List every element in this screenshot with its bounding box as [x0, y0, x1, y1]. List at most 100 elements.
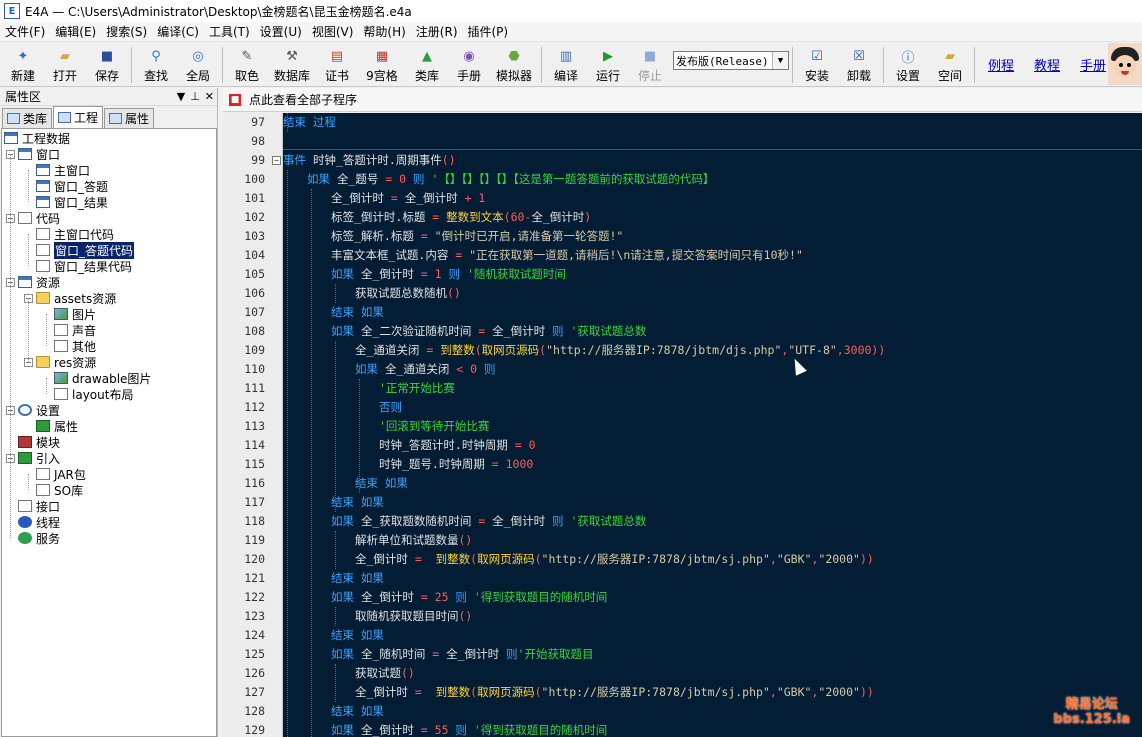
line-number: 113: [244, 419, 265, 433]
code-token: (): [441, 153, 456, 167]
tree-node[interactable]: − assets资源: [24, 290, 116, 306]
line-number: 121: [244, 571, 265, 585]
code-file-icon: [36, 260, 50, 272]
tree-node[interactable]: − 资源: [6, 274, 60, 290]
line-number: 125: [244, 647, 265, 661]
toolbar-button[interactable]: ✦ 新建: [2, 43, 44, 87]
tree-node[interactable]: 声音: [42, 322, 96, 338]
panel-dropdown-icon[interactable]: ▼: [177, 90, 185, 103]
tree-node[interactable]: 属性: [24, 418, 78, 434]
tree-node[interactable]: 工程数据: [4, 130, 70, 146]
tree-node[interactable]: 窗口_结果代码: [24, 258, 132, 274]
indent-guide: [359, 379, 360, 493]
code-token: 全_获取题数随机时间: [360, 514, 479, 528]
tree-node[interactable]: − res资源: [24, 354, 96, 370]
panel-tab[interactable]: 类库: [2, 108, 53, 128]
toolbar-button[interactable]: ▤ 证书: [316, 43, 358, 87]
toolbar-button-label: 编译: [553, 69, 578, 83]
menu-item[interactable]: 编译(C): [152, 23, 204, 40]
toolbar-button[interactable]: ■ 停止: [629, 43, 671, 87]
install-icon: ☑: [811, 48, 823, 64]
code-line: 如果 全_倒计时 = 1 则 '随机获取试题时间: [331, 265, 566, 284]
toolbar-button[interactable]: ▰ 空间: [929, 43, 971, 87]
code-token: 则: [455, 590, 474, 604]
tree-node[interactable]: SO库: [24, 482, 83, 498]
toolbar-button[interactable]: ☒ 卸载: [838, 43, 880, 87]
android-emulator-icon: ⬣: [508, 48, 520, 64]
toolbar-button-label: 空间: [937, 69, 962, 83]
menu-item[interactable]: 注册(R): [411, 23, 463, 40]
folder-icon: [36, 292, 50, 304]
tree-node[interactable]: 主窗口: [24, 162, 90, 178]
user-avatar[interactable]: [1108, 43, 1142, 85]
tree-node[interactable]: − 窗口: [6, 146, 60, 162]
tree-node[interactable]: 模块: [6, 434, 60, 450]
toolbar-button[interactable]: ■ 保存: [86, 43, 128, 87]
tree-node[interactable]: 服务: [6, 530, 60, 546]
help-link[interactable]: 例程: [978, 55, 1024, 74]
menu-item[interactable]: 文件(F): [0, 23, 50, 40]
tree-node-label: 引入: [36, 451, 61, 466]
code-line: 如果 全_题号 = 0 则 '【】【】【】【】【这是第一题答题前的获取试题的代码…: [307, 170, 714, 189]
tree-node-label: 服务: [36, 531, 61, 546]
code-token: (: [534, 685, 542, 699]
menu-item[interactable]: 编辑(E): [50, 23, 101, 40]
tree-node[interactable]: 窗口_答题代码: [24, 241, 135, 259]
tree-node[interactable]: − 设置: [6, 402, 60, 418]
space-folder-icon: ▰: [945, 48, 955, 64]
subroutine-bar[interactable]: ■ 点此查看全部子程序: [223, 88, 1142, 112]
code-token: '获取试题总数: [570, 324, 647, 338]
toolbar-button[interactable]: ✎ 取色: [226, 43, 268, 87]
tab-icon: [109, 113, 123, 124]
toolbar-button[interactable]: ▰ 打开: [44, 43, 86, 87]
tree-node-label: 模块: [36, 435, 61, 450]
nine-grid-icon: ▦: [375, 48, 389, 64]
menu-item[interactable]: 帮助(H): [358, 23, 410, 40]
panel-close-icon[interactable]: ✕: [205, 90, 214, 103]
code-token: 全_题号: [336, 172, 386, 186]
chevron-down-icon[interactable]: ▼: [772, 52, 788, 69]
tree-node[interactable]: 线程: [6, 514, 60, 530]
tree-node[interactable]: 接口: [6, 498, 60, 514]
line-number: 99: [251, 153, 265, 167]
menu-item[interactable]: 设置(U): [255, 23, 307, 40]
tree-node[interactable]: JAR包: [24, 466, 86, 482]
panel-tab[interactable]: 属性: [104, 108, 155, 128]
tree-node[interactable]: layout布局: [42, 386, 133, 402]
toolbar-button[interactable]: ▶ 运行: [587, 43, 629, 87]
toolbar-button[interactable]: ◎ 全局: [177, 43, 219, 87]
toolbar-button[interactable]: ☑ 安装: [796, 43, 838, 87]
tree-node[interactable]: − 代码: [6, 210, 60, 226]
toolbar-button[interactable]: ▦ 9宫格: [358, 43, 406, 87]
menu-item[interactable]: 视图(V): [307, 23, 359, 40]
code-token: 全_倒计时: [360, 590, 421, 604]
question-icon: [54, 340, 68, 352]
tree-node[interactable]: 主窗口代码: [24, 226, 114, 242]
line-number: 126: [244, 666, 265, 680]
toolbar-button[interactable]: ⚲ 查找: [135, 43, 177, 87]
tree-node[interactable]: 图片: [42, 306, 96, 322]
code-editor[interactable]: 97 结束 过程 98 99− 事件 时钟_答题计时.周期事件() 100 如果 全_题号 …: [223, 113, 1142, 737]
code-line: 如果 全_倒计时 = 25 则 '得到获取题目的随机时间: [331, 588, 607, 607]
menu-item[interactable]: 工具(T): [204, 23, 255, 40]
toolbar-button[interactable]: ⚒ 数据库: [268, 43, 316, 87]
toolbar-button[interactable]: ⓘ 设置: [887, 43, 929, 87]
code-token: (): [447, 286, 461, 300]
panel-tab[interactable]: 工程: [53, 106, 104, 128]
tree-node[interactable]: − 引入: [6, 450, 60, 466]
tree-node[interactable]: drawable图片: [42, 370, 151, 386]
tree-node[interactable]: 窗口_答题: [24, 178, 108, 194]
tree-node[interactable]: 其他: [42, 338, 96, 354]
tab-icon: [7, 113, 20, 124]
tree-node[interactable]: 窗口_结果: [24, 194, 108, 210]
toolbar-button[interactable]: ▲ 类库: [406, 43, 448, 87]
toolbar-button[interactable]: ◉ 手册: [448, 43, 490, 87]
menu-item[interactable]: 搜索(S): [101, 23, 152, 40]
toolbar-button[interactable]: ▥ 编译: [545, 43, 587, 87]
fold-toggle-icon[interactable]: −: [272, 156, 281, 165]
help-link[interactable]: 教程: [1024, 55, 1070, 74]
panel-pin-icon[interactable]: ⊥: [190, 90, 200, 103]
build-mode-select[interactable]: 发布版(Release) ▼: [673, 51, 789, 70]
toolbar-button[interactable]: ⬣ 模拟器: [490, 43, 538, 87]
menu-item[interactable]: 插件(P): [463, 23, 514, 40]
